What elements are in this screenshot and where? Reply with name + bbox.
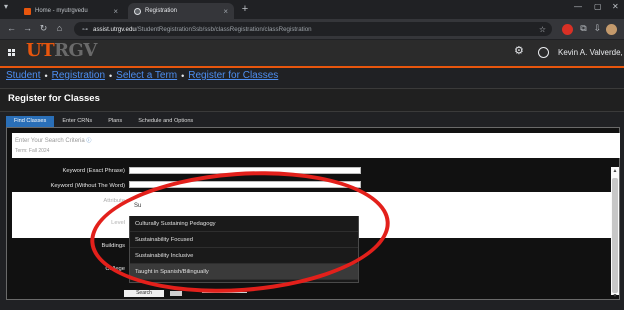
keyword-exact-label: Keyword (Exact Phrase) [62,168,125,174]
breadcrumb-registration[interactable]: Registration [52,70,105,81]
download-icon[interactable]: ⇩ [592,23,603,34]
search-heading-text: Enter Your Search Criteria [15,138,85,144]
close-tab-icon[interactable]: × [223,7,228,16]
extension-icon[interactable] [562,24,573,35]
close-tab-icon[interactable]: × [113,7,118,16]
url-text: assist.utrgv.edu/StudentRegistrationSsb/… [93,26,312,33]
back-icon[interactable]: ← [6,23,17,34]
browser-tab-title: Registration [145,8,178,14]
search-term: Term: Fall 2024 [15,148,50,154]
logo-rgv: RGV [54,40,97,61]
registration-favicon-icon [134,7,141,15]
minimize-icon[interactable]: — [574,2,582,11]
logo-ut: UT [26,40,55,61]
scroll-up-icon[interactable]: ▲ [611,168,619,174]
bookmark-star-icon[interactable]: ☆ [539,25,546,34]
breadcrumb-student[interactable]: Student [6,70,40,81]
search-criteria-heading: Enter Your Search Criteria ⓘ [15,137,91,144]
attribute-label: Attribute [103,198,125,204]
tab-plans[interactable]: Plans [100,116,130,127]
breadcrumb-select-term[interactable]: Select a Term [116,70,177,81]
address-bar[interactable]: ⊶ assist.utrgv.edu/StudentRegistrationSs… [74,22,552,36]
new-tab-button[interactable]: + [238,2,252,16]
browser-tab-registration[interactable]: Registration × [128,3,234,19]
breadcrumb-separator: • [181,70,185,81]
registration-tabs: Find Classes Enter CRNs Plans Schedule a… [6,116,201,127]
utrgv-favicon-icon [24,7,31,15]
url-path: /StudentRegistrationSsb/ssb/classRegistr… [135,25,312,33]
tab-find-classes[interactable]: Find Classes [6,116,55,127]
user-name[interactable]: Kevin A. Valverde, S [558,48,624,57]
tab-search-icon[interactable]: ▾ [4,2,8,11]
utrgv-logo[interactable]: UTRGV [26,40,97,61]
extensions-puzzle-icon[interactable]: ⧉ [578,23,589,34]
settings-gear-icon[interactable]: ⚙ [514,44,524,57]
close-window-icon[interactable]: ✕ [612,2,619,11]
browser-tab-home[interactable]: Home - myutrgvedu × [18,3,124,19]
keyword-without-label: Keyword (Without The Word) [50,183,125,189]
breadcrumb: Student • Registration • Select a Term •… [6,70,278,81]
site-info-icon[interactable]: ⊶ [82,26,88,33]
scrollbar-thumb[interactable] [612,178,618,293]
forward-icon[interactable]: → [22,23,33,34]
breadcrumb-register-classes[interactable]: Register for Classes [188,70,278,81]
user-avatar-icon[interactable] [538,47,549,58]
browser-tab-title: Home - myutrgvedu [35,8,88,14]
page-title: Register for Classes [8,93,100,104]
profile-avatar[interactable] [606,24,617,35]
scroll-down-icon[interactable]: ▼ [611,293,619,299]
tab-enter-crns[interactable]: Enter CRNs [54,116,100,127]
reload-icon[interactable]: ↻ [38,23,49,34]
search-button[interactable]: Search [124,290,164,297]
maximize-icon[interactable]: ▢ [594,2,602,11]
breadcrumb-separator: • [109,70,113,81]
url-host: assist.utrgv.edu [93,25,136,33]
home-icon[interactable]: ⌂ [54,23,65,34]
info-icon[interactable]: ⓘ [86,138,91,144]
apps-grid-icon[interactable] [8,49,15,56]
breadcrumb-separator: • [44,70,48,81]
clear-button[interactable] [170,291,182,296]
search-criteria-box [12,133,620,158]
tab-schedule-options[interactable]: Schedule and Options [130,116,201,127]
